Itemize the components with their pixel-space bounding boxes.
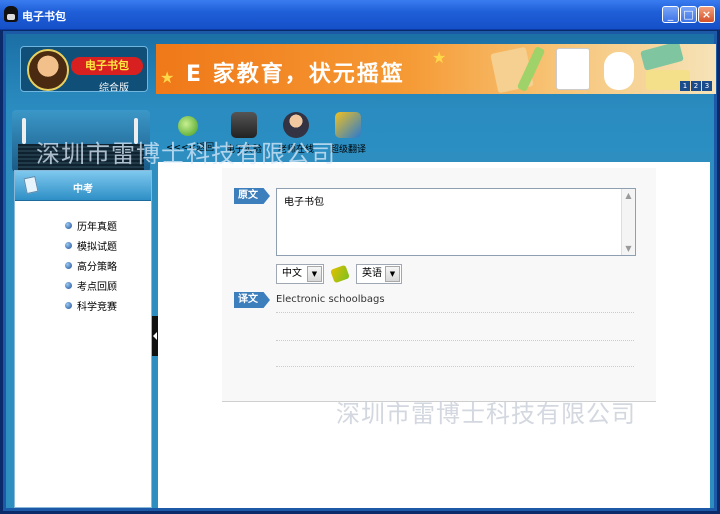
sidebar-header-label: 中考 — [73, 184, 93, 195]
main-content: 原文 电子书包 中文 ▼ 英语 ▼ 译文 Electronic schoolba… — [158, 162, 710, 508]
from-language-value: 中文 — [282, 268, 302, 279]
source-tag: 原文 — [234, 188, 270, 204]
source-text-input[interactable]: 电子书包 — [276, 188, 636, 256]
sidebar: 中考 历年真题 模拟试题 高分策略 考点回顾 科学竞赛 — [14, 170, 152, 508]
bullet-icon — [65, 261, 72, 269]
sidebar-item-strategy[interactable]: 高分策略 — [65, 255, 117, 275]
sidebar-item-label: 历年真题 — [77, 221, 117, 233]
bullet-icon — [65, 241, 72, 249]
sidebar-item-label: 高分策略 — [77, 261, 117, 273]
app-frame: 电子书包 综合版 ★ ★ E 家教育，状元摇篮 1 2 3 <<<<返回 电子实… — [3, 31, 717, 511]
divider — [276, 340, 634, 341]
logo: 电子书包 综合版 — [20, 46, 148, 92]
sidebar-item-past-exams[interactable]: 历年真题 — [65, 215, 117, 235]
banner-text: E 家教育，状元摇篮 — [186, 62, 405, 87]
sidebar-header[interactable]: 中考 — [15, 171, 151, 201]
star-icon: ★ — [160, 68, 175, 87]
sidebar-item-label: 模拟试题 — [77, 241, 117, 253]
pager-3[interactable]: 3 — [702, 81, 712, 91]
translation-output: Electronic schoolbags — [276, 294, 385, 305]
target-tag: 译文 — [234, 292, 270, 308]
watermark: 深圳市雷博士科技有限公司 — [36, 140, 336, 168]
watermark: 深圳市雷博士科技有限公司 — [336, 400, 636, 428]
sidebar-list: 历年真题 模拟试题 高分策略 考点回顾 科学竞赛 — [65, 215, 117, 315]
translate-icon — [335, 112, 361, 138]
logo-avatar-icon — [27, 49, 69, 91]
window-title: 电子书包 — [22, 10, 66, 23]
sidebar-item-competition[interactable]: 科学竞赛 — [65, 295, 117, 315]
bullet-icon — [65, 221, 72, 229]
banner: ★ ★ E 家教育，状元摇篮 1 2 3 — [156, 44, 716, 94]
pin-icon — [22, 118, 26, 144]
sidebar-item-mock-exams[interactable]: 模拟试题 — [65, 235, 117, 255]
document-icon — [23, 175, 39, 195]
app-icon — [4, 6, 18, 22]
title-bar[interactable]: 电子书包 _ □ × — [0, 0, 720, 30]
back-arrow-icon — [178, 116, 198, 136]
sidebar-item-review[interactable]: 考点回顾 — [65, 275, 117, 295]
sidebar-item-label: 考点回顾 — [77, 281, 117, 293]
source-scrollbar[interactable] — [621, 189, 635, 255]
maximize-button[interactable]: □ — [680, 6, 697, 23]
close-button[interactable]: × — [698, 6, 715, 23]
from-language-select[interactable]: 中文 ▼ — [276, 264, 324, 284]
divider — [276, 312, 634, 313]
swap-languages-icon[interactable] — [330, 264, 350, 284]
minimize-button[interactable]: _ — [662, 6, 679, 23]
chevron-down-icon[interactable]: ▼ — [385, 266, 400, 282]
pager-1[interactable]: 1 — [680, 81, 690, 91]
chevron-down-icon[interactable]: ▼ — [307, 266, 322, 282]
divider — [276, 366, 634, 367]
translator-panel: 原文 电子书包 中文 ▼ 英语 ▼ 译文 Electronic schoolba… — [222, 168, 656, 402]
pager-2[interactable]: 2 — [691, 81, 701, 91]
bullet-icon — [65, 281, 72, 289]
to-language-select[interactable]: 英语 ▼ — [356, 264, 402, 284]
sidebar-item-label: 科学竞赛 — [77, 301, 117, 313]
banner-pager[interactable]: 1 2 3 — [680, 81, 712, 91]
star-icon: ★ — [432, 48, 447, 67]
source-text: 电子书包 — [284, 197, 324, 208]
logo-title: 电子书包 — [71, 57, 143, 75]
logo-subtitle: 综合版 — [99, 83, 129, 92]
to-language-value: 英语 — [362, 268, 382, 279]
bullet-icon — [65, 301, 72, 309]
